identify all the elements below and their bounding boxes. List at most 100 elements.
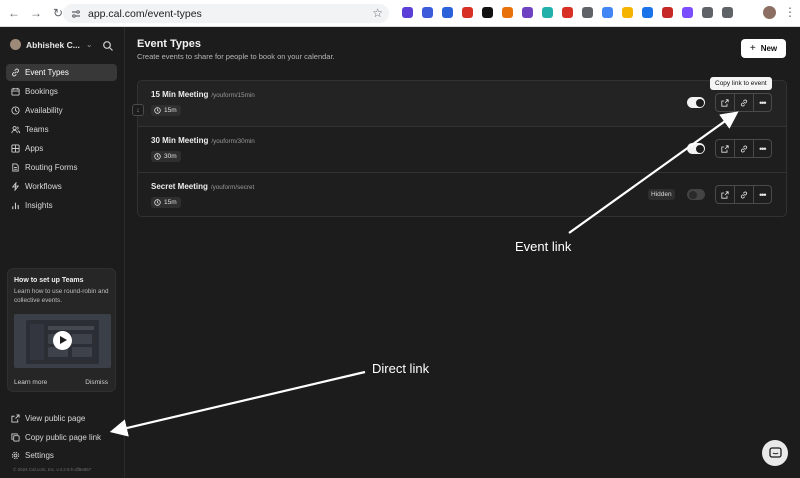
preview-event-button[interactable] — [716, 186, 734, 203]
clock-icon — [154, 199, 161, 206]
duration-text: 30m — [164, 153, 177, 160]
promo-dismiss-button[interactable]: Dismiss — [85, 379, 108, 386]
bookmark-star-icon[interactable]: ☆ — [372, 6, 383, 20]
sidebar: Abhishek C... ⌄ Event Types Bookings Ava… — [0, 27, 125, 478]
event-title: 30 Min Meeting — [151, 136, 209, 145]
chat-icon — [768, 446, 782, 458]
sidebar-item-availability[interactable]: Availability — [6, 102, 117, 119]
sidebar-item-label: Event Types — [25, 68, 69, 77]
link-icon — [740, 191, 748, 198]
external-link-icon — [721, 190, 729, 199]
sidebar-item-workflows[interactable]: Workflows — [6, 178, 117, 195]
sidebar-item-settings[interactable]: Settings — [6, 447, 117, 464]
preview-event-button[interactable] — [716, 94, 734, 111]
more-options-button[interactable]: ••• — [752, 186, 771, 203]
event-enabled-toggle[interactable] — [687, 189, 705, 200]
sidebar-item-event-types[interactable]: Event Types — [6, 64, 117, 81]
extension-icon[interactable] — [682, 7, 693, 18]
event-slug: /youform/15min — [211, 92, 255, 99]
sidebar-item-label: Workflows — [25, 182, 62, 191]
extension-icon[interactable] — [402, 7, 413, 18]
clock-icon — [11, 106, 20, 115]
direct-link-annotation: Direct link — [372, 361, 430, 376]
event-slug: /youform/30min — [211, 138, 255, 145]
extension-icon[interactable] — [662, 7, 673, 18]
sidebar-item-copy-public-page-link[interactable]: Copy public page link — [6, 429, 117, 446]
duration-text: 15m — [164, 107, 177, 114]
sidebar-item-view-public-page[interactable]: View public page — [6, 410, 117, 427]
teams-promo-card: How to set up Teams Learn how to use rou… — [7, 268, 116, 392]
copy-link-button[interactable] — [734, 186, 752, 203]
event-types-list: 15 Min Meeting/youform/15min 15m ••• 30 … — [137, 80, 787, 217]
sidebar-item-bookings[interactable]: Bookings — [6, 83, 117, 100]
extension-icon[interactable] — [562, 7, 573, 18]
browser-menu-icon[interactable]: ⋮ — [784, 6, 796, 18]
event-row[interactable]: Secret Meeting/youform/secret 15m Hidden… — [138, 172, 786, 217]
link-icon — [740, 145, 748, 152]
sidebar-item-insights[interactable]: Insights — [6, 197, 117, 214]
copy-link-tooltip: Copy link to event — [710, 77, 772, 90]
sidebar-item-routing-forms[interactable]: Routing Forms — [6, 159, 117, 176]
play-icon[interactable] — [53, 331, 72, 350]
chevron-down-icon: ⌄ — [85, 40, 93, 49]
extension-icon[interactable] — [422, 7, 433, 18]
extension-icon[interactable] — [502, 7, 513, 18]
calendar-icon — [11, 87, 20, 96]
extension-icon[interactable] — [442, 7, 453, 18]
search-icon[interactable] — [102, 39, 114, 51]
extension-icon[interactable] — [722, 7, 733, 18]
duration-text: 15m — [164, 199, 177, 206]
event-slug: /youform/secret — [210, 184, 255, 191]
event-actions: ••• — [715, 139, 772, 158]
copy-link-button[interactable] — [734, 140, 752, 157]
zap-icon — [11, 182, 20, 191]
link-icon — [740, 99, 748, 106]
event-enabled-toggle[interactable] — [687, 97, 705, 108]
extension-icon[interactable] — [462, 7, 473, 18]
address-bar[interactable]: app.cal.com/event-types ☆ — [63, 4, 389, 23]
user-menu[interactable]: Abhishek C... ⌄ — [10, 39, 93, 50]
promo-learn-more-link[interactable]: Learn more — [14, 379, 47, 386]
more-options-button[interactable]: ••• — [752, 94, 771, 111]
forward-icon[interactable]: → — [28, 5, 44, 21]
more-options-button[interactable]: ••• — [752, 140, 771, 157]
extension-icon[interactable] — [522, 7, 533, 18]
event-name: 15 Min Meeting/youform/15min — [151, 90, 255, 99]
extension-icon[interactable] — [602, 7, 613, 18]
event-row[interactable]: 30 Min Meeting/youform/30min 30m ••• — [138, 126, 786, 171]
hidden-badge: Hidden — [648, 189, 675, 200]
file-icon — [12, 163, 19, 172]
sidebar-item-label: View public page — [25, 414, 86, 423]
copy-icon — [11, 433, 20, 442]
event-title: 15 Min Meeting — [151, 90, 209, 99]
sidebar-item-label: Settings — [25, 451, 54, 460]
site-info-icon[interactable] — [70, 8, 82, 20]
extension-icon[interactable] — [582, 7, 593, 18]
preview-event-button[interactable] — [716, 140, 734, 157]
sidebar-item-label: Teams — [25, 125, 49, 134]
url-text: app.cal.com/event-types — [88, 7, 202, 20]
event-title: Secret Meeting — [151, 182, 208, 191]
external-link-icon — [11, 414, 20, 423]
event-name: Secret Meeting/youform/secret — [151, 182, 254, 191]
clock-icon — [154, 153, 161, 160]
extension-icon[interactable] — [702, 7, 713, 18]
sidebar-item-apps[interactable]: Apps — [6, 140, 117, 157]
extension-icon[interactable] — [482, 7, 493, 18]
copy-link-button[interactable] — [734, 94, 752, 111]
event-enabled-toggle[interactable] — [687, 143, 705, 154]
chat-support-button[interactable] — [762, 440, 788, 466]
duration-badge: 30m — [151, 151, 181, 162]
extension-icon[interactable] — [642, 7, 653, 18]
event-row[interactable]: 15 Min Meeting/youform/15min 15m ••• — [138, 81, 786, 126]
sidebar-item-teams[interactable]: Teams — [6, 121, 117, 138]
arrow-down-icon[interactable]: ↓ — [132, 104, 144, 116]
new-event-type-button[interactable]: + New — [741, 39, 786, 58]
external-link-icon — [721, 144, 729, 153]
back-icon[interactable]: ← — [6, 5, 22, 21]
extension-icon[interactable] — [622, 7, 633, 18]
extension-icon[interactable] — [542, 7, 553, 18]
profile-avatar[interactable] — [763, 6, 776, 19]
user-name: Abhishek C... — [26, 39, 80, 50]
promo-video-thumbnail[interactable] — [14, 314, 111, 368]
